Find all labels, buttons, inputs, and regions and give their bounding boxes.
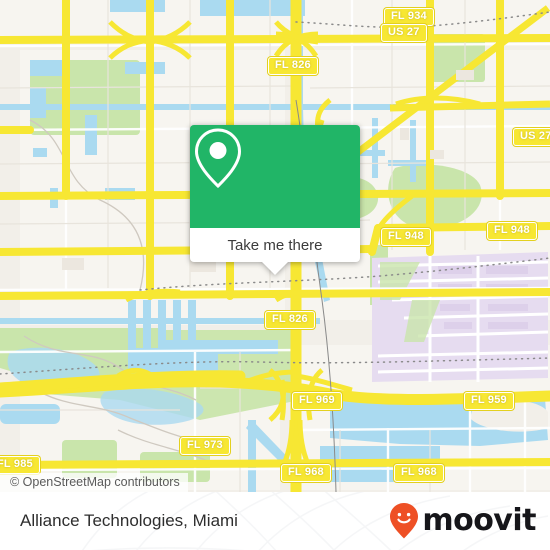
moovit-wordmark: moovit <box>422 503 536 538</box>
location-popup-card[interactable]: Take me there <box>190 125 360 275</box>
road-shield: FL 959 <box>464 392 514 410</box>
road-shield: FL 826 <box>268 57 318 75</box>
road-shield: FL 948 <box>487 222 537 240</box>
take-me-there-label: Take me there <box>227 236 323 254</box>
map-canvas[interactable]: FL 934 US 27 FL 826 US 27 FL 948 FL 948 … <box>0 0 550 492</box>
footer-bar: Alliance Technologies, Miami moovit <box>0 492 550 550</box>
map-pin-icon <box>194 128 242 189</box>
popup-pointer-tail <box>262 262 288 275</box>
road-shield: FL 968 <box>394 464 444 482</box>
road-shield: US 27 <box>381 24 427 42</box>
page-title: Alliance Technologies, Miami <box>20 511 238 530</box>
moovit-logo[interactable]: moovit <box>389 492 536 550</box>
road-shield: FL 969 <box>292 392 342 410</box>
road-shield: US 27 <box>513 128 550 146</box>
road-shield: FL 948 <box>381 228 431 246</box>
road-shield: FL 985 <box>0 456 40 474</box>
take-me-there-button[interactable]: Take me there <box>190 228 360 262</box>
map-screenshot: FL 934 US 27 FL 826 US 27 FL 948 FL 948 … <box>0 0 550 550</box>
road-shield: FL 826 <box>265 311 315 329</box>
popup-icon-area <box>190 125 360 228</box>
road-shield: FL 968 <box>281 464 331 482</box>
osm-attribution[interactable]: © OpenStreetMap contributors <box>0 473 188 492</box>
road-shield: FL 973 <box>180 437 230 455</box>
moovit-smiley-pin-icon <box>390 503 419 539</box>
